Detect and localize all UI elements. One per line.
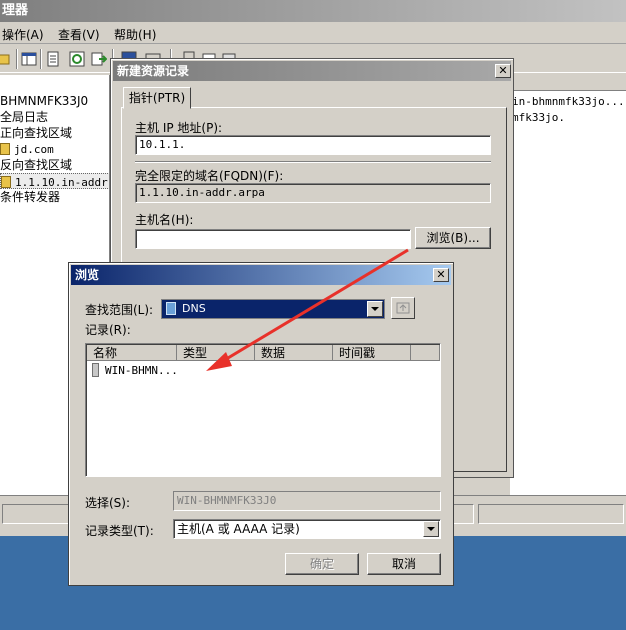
- hostname-label: 主机名(H):: [135, 213, 194, 227]
- column-header-filler: [411, 345, 440, 361]
- selection-label: 选择(S):: [85, 496, 131, 510]
- list-item[interactable]: in-bhmnmfk33jo....: [512, 95, 626, 108]
- list-header: [510, 75, 626, 91]
- browse-button[interactable]: 浏览(B)...: [415, 227, 491, 249]
- menu-view[interactable]: 查看(V): [58, 26, 100, 43]
- list-item[interactable]: mfk33jo.: [512, 111, 565, 124]
- cancel-button[interactable]: 取消: [367, 553, 441, 575]
- record-type-select[interactable]: 主机(A 或 AAAA 记录): [173, 519, 441, 539]
- column-header-type[interactable]: 类型: [177, 345, 255, 361]
- up-level-button[interactable]: [391, 297, 415, 319]
- tree-item-label: 1.1.10.in-addr.a: [15, 176, 109, 189]
- zone-file-icon: [0, 143, 10, 155]
- menu-action[interactable]: 操作(A): [2, 26, 44, 43]
- list-item-label: WIN-BHMN...: [105, 364, 178, 377]
- menu-help[interactable]: 帮助(H): [114, 26, 156, 43]
- tree-item-global-logs[interactable]: 全局日志: [0, 109, 48, 125]
- close-icon[interactable]: ✕: [433, 268, 449, 282]
- tree-item-label: jd.com: [14, 143, 54, 156]
- hostname-input[interactable]: [135, 229, 411, 249]
- tree-item-jd-com[interactable]: jd.com: [0, 141, 54, 157]
- menu-bar: 操作(A) 查看(V) 帮助(H): [0, 22, 626, 44]
- tree-item-server[interactable]: BHMNMFK33J0: [0, 93, 88, 109]
- ok-button[interactable]: 确定: [285, 553, 359, 575]
- fqdn-field: 1.1.10.in-addr.arpa: [135, 183, 491, 203]
- tree-item-reverse-zone[interactable]: 1.1.10.in-addr.a: [0, 173, 109, 189]
- records-list[interactable]: 名称 类型 数据 时间戳 WIN-BHMN...: [85, 343, 441, 477]
- zone-file-icon: [1, 176, 11, 188]
- column-header-timestamp[interactable]: 时间戳: [333, 345, 411, 361]
- tree-item-forward-zones[interactable]: 正向查找区域: [0, 125, 72, 141]
- ip-address-input[interactable]: 10.1.1.: [135, 135, 491, 155]
- dialog-title: 浏览: [71, 265, 451, 285]
- scope-label: 查找范围(L):: [85, 303, 154, 317]
- dialog-title: 新建资源记录: [113, 61, 511, 81]
- scope-select[interactable]: DNS: [161, 299, 385, 319]
- server-icon: [92, 363, 99, 377]
- tab-ptr[interactable]: 指针(PTR): [123, 87, 191, 109]
- console-tree-icon[interactable]: [20, 50, 38, 68]
- column-header-data[interactable]: 数据: [255, 345, 333, 361]
- browse-dialog: 浏览 ✕ 查找范围(L): DNS 记录(R): 名称 类型 数据 时间戳 WI…: [68, 262, 454, 586]
- status-pane: [478, 504, 624, 524]
- scope-value: DNS: [182, 302, 206, 315]
- record-type-label: 记录类型(T):: [85, 524, 154, 538]
- tree-item-reverse-zones[interactable]: 反向查找区域: [0, 157, 72, 173]
- dns-server-icon: [166, 302, 176, 315]
- selection-field: WIN-BHMNMFK33J0: [173, 491, 441, 511]
- record-type-value: 主机(A 或 AAAA 记录): [177, 522, 300, 536]
- window-title: 理器: [0, 0, 626, 22]
- close-icon[interactable]: ✕: [495, 64, 511, 78]
- records-label: 记录(R):: [85, 323, 131, 337]
- chevron-down-icon[interactable]: [367, 301, 383, 317]
- ip-address-label: 主机 IP 地址(P):: [135, 121, 223, 135]
- details-list: in-bhmnmfk33jo.... mfk33jo.: [510, 75, 626, 495]
- export-icon[interactable]: [90, 50, 108, 68]
- list-item[interactable]: WIN-BHMN...: [92, 363, 178, 379]
- divider: [135, 161, 491, 163]
- column-header-name[interactable]: 名称: [87, 345, 177, 361]
- fqdn-label: 完全限定的域名(FQDN)(F):: [135, 169, 284, 183]
- properties-icon[interactable]: [44, 50, 62, 68]
- folder-icon[interactable]: [0, 50, 12, 68]
- chevron-down-icon[interactable]: [423, 521, 439, 537]
- tree-item-conditional-forwarders[interactable]: 条件转发器: [0, 189, 60, 205]
- refresh-icon[interactable]: [68, 50, 86, 68]
